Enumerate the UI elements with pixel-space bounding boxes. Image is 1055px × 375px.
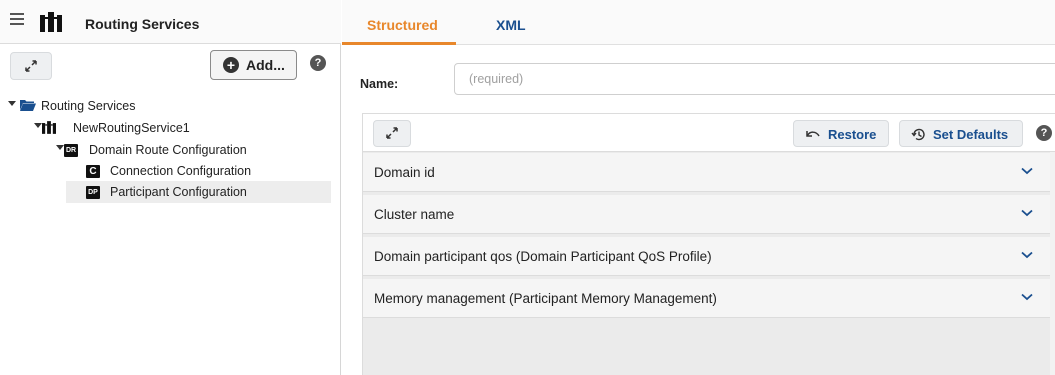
accordion-label: Memory management (Participant Memory Ma…	[374, 291, 717, 306]
editor-tabs: Structured XML	[342, 0, 1055, 45]
tree-item-domain-route[interactable]: DR Domain Route Configuration	[56, 139, 336, 161]
chevron-down-icon	[1021, 167, 1033, 175]
plus-circle-icon: +	[223, 57, 239, 73]
tree-item-label: Routing Services	[41, 99, 136, 113]
expand-tree-button[interactable]	[10, 52, 52, 80]
left-toolbar: + Add... ?	[0, 45, 341, 90]
caret-down-icon[interactable]	[56, 145, 64, 150]
restore-button[interactable]: Restore	[793, 120, 889, 147]
left-header: Routing Services	[0, 0, 341, 44]
caret-down-icon[interactable]	[34, 123, 42, 128]
tab-xml[interactable]: XML	[496, 17, 526, 33]
tab-structured[interactable]: Structured	[367, 17, 438, 33]
tree-item-routing-services[interactable]: Routing Services	[8, 95, 338, 117]
folder-open-icon	[20, 100, 36, 111]
add-button[interactable]: + Add...	[210, 50, 297, 80]
routing-service-icon	[42, 121, 56, 134]
app-title: Routing Services	[85, 16, 200, 32]
active-tab-indicator	[342, 42, 456, 45]
caret-down-icon[interactable]	[8, 101, 16, 106]
name-field[interactable]	[454, 63, 1055, 95]
expand-icon	[386, 127, 398, 139]
chevron-down-icon	[1021, 209, 1033, 217]
settings-panel: Restore Set Defaults ? Domain id Cluster…	[362, 113, 1055, 375]
domain-route-badge-icon: DR	[64, 144, 78, 157]
accordion-domain-participant-qos[interactable]: Domain participant qos (Domain Participa…	[363, 237, 1055, 276]
scrollbar[interactable]	[1050, 152, 1055, 375]
add-button-label: Add...	[246, 57, 285, 73]
accordion-label: Domain participant qos (Domain Participa…	[374, 249, 712, 264]
tree-item-label: NewRoutingService1	[73, 121, 190, 135]
participant-badge-icon: DP	[86, 186, 100, 199]
menu-icon[interactable]	[10, 13, 24, 27]
left-panel: Routing Services + Add... ? Routing Serv…	[0, 0, 341, 375]
tree-item-label: Connection Configuration	[110, 164, 252, 178]
undo-icon	[806, 131, 820, 137]
accordion-label: Cluster name	[374, 207, 455, 222]
expand-panel-button[interactable]	[373, 120, 411, 147]
tree-item-label: Participant Configuration	[110, 185, 247, 199]
accordion-cluster-name[interactable]: Cluster name	[363, 195, 1055, 234]
right-panel: Structured XML Name: Restore	[342, 0, 1055, 375]
tree-item-connection[interactable]: C Connection Configuration	[86, 160, 331, 182]
set-defaults-button[interactable]: Set Defaults	[899, 120, 1023, 147]
expand-icon	[25, 60, 37, 72]
connection-badge-icon: C	[86, 165, 100, 178]
history-icon	[911, 128, 925, 141]
panel-toolbar: Restore Set Defaults ?	[363, 114, 1055, 152]
set-defaults-button-label: Set Defaults	[933, 127, 1009, 142]
routing-service-logo-icon	[40, 12, 62, 32]
help-icon[interactable]: ?	[1036, 125, 1052, 141]
chevron-down-icon	[1021, 293, 1033, 301]
tree-item-label: Domain Route Configuration	[89, 143, 247, 157]
tree-item-participant[interactable]: DP Participant Configuration	[86, 181, 331, 203]
chevron-down-icon	[1021, 251, 1033, 259]
accordion-domain-id[interactable]: Domain id	[363, 153, 1055, 192]
help-icon[interactable]: ?	[310, 55, 326, 71]
tree-item-new-routing-service[interactable]: NewRoutingService1	[34, 117, 334, 139]
accordion-memory-management[interactable]: Memory management (Participant Memory Ma…	[363, 279, 1055, 318]
restore-button-label: Restore	[828, 127, 877, 142]
name-label: Name:	[360, 77, 399, 91]
accordion-label: Domain id	[374, 165, 435, 180]
